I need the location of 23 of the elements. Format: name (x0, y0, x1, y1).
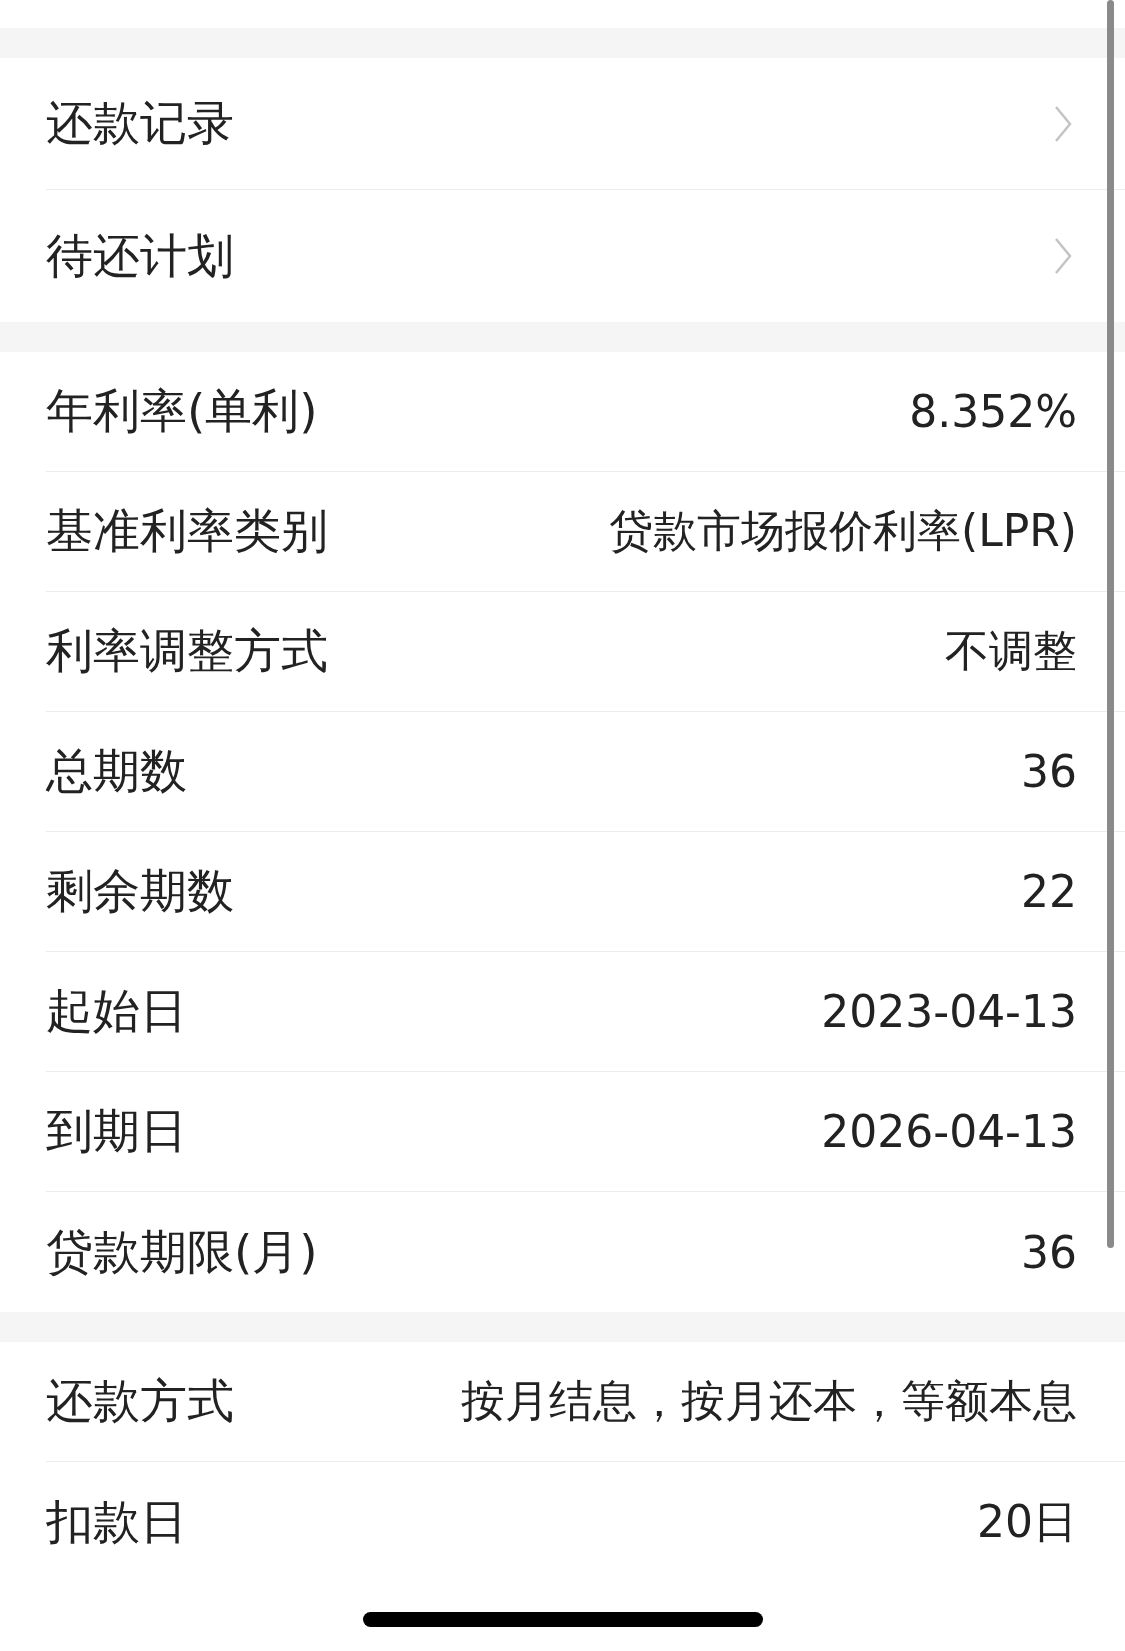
row-label: 还款记录 (46, 94, 234, 152)
row-label: 到期日 (46, 1102, 187, 1160)
row-value: 按月结息，按月还本，等额本息 (461, 1374, 1077, 1428)
row-value: 2026-04-13 (821, 1106, 1077, 1157)
row-label: 剩余期数 (46, 862, 234, 920)
row-value: 8.352% (909, 386, 1077, 437)
row-label: 年利率(单利) (46, 382, 318, 440)
row-value: 不调整 (945, 624, 1077, 678)
chevron-right-icon[interactable] (1053, 236, 1073, 276)
row-value: 36 (1021, 1226, 1077, 1278)
row-value: 22 (1021, 866, 1077, 917)
row-value: 贷款市场报价利率(LPR) (609, 504, 1077, 558)
row-label: 起始日 (46, 982, 187, 1040)
row-label: 还款方式 (46, 1372, 234, 1430)
row-label: 基准利率类别 (46, 502, 328, 560)
row-label: 贷款期限(月) (46, 1222, 318, 1281)
row-label: 总期数 (46, 742, 187, 800)
row-value: 20日 (977, 1494, 1077, 1549)
row-value: 2023-04-13 (821, 986, 1077, 1037)
row-label: 待还计划 (46, 226, 234, 285)
row-label: 利率调整方式 (46, 622, 328, 680)
row-value: 36 (1021, 746, 1077, 797)
row-label: 扣款日 (46, 1492, 187, 1551)
